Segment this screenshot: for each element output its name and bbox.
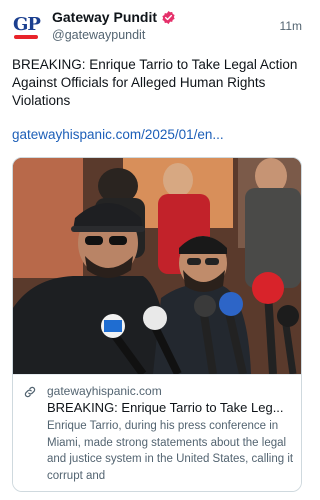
author-display-name[interactable]: Gateway Pundit (52, 9, 157, 25)
link-preview-card[interactable]: gatewayhispanic.com BREAKING: Enrique Ta… (12, 157, 302, 492)
verified-badge-icon (162, 10, 175, 24)
author-name-row: Gateway Pundit (52, 9, 176, 25)
link-icon (24, 386, 36, 398)
post-link[interactable]: gatewayhispanic.com/2025/01/en... (12, 127, 302, 142)
press-conference-photo[interactable] (13, 158, 301, 374)
author-handle[interactable]: @gatewaypundit (52, 28, 145, 42)
link-card-domain: gatewayhispanic.com (47, 384, 162, 398)
avatar-logo-text: GP (13, 14, 41, 35)
avatar-swoosh (14, 35, 38, 39)
post-text: BREAKING: Enrique Tarrio to Take Legal A… (12, 57, 298, 108)
post-header: GP Gateway Pundit @gatewaypundit 11m (12, 9, 302, 43)
post-timestamp[interactable]: 11m (280, 19, 302, 33)
link-card-title[interactable]: BREAKING: Enrique Tarrio to Take Leg... (47, 400, 295, 415)
link-card-body[interactable]: gatewayhispanic.com BREAKING: Enrique Ta… (13, 374, 301, 491)
link-card-description: Enrique Tarrio, during his press confere… (47, 420, 294, 482)
avatar[interactable]: GP (12, 11, 42, 41)
